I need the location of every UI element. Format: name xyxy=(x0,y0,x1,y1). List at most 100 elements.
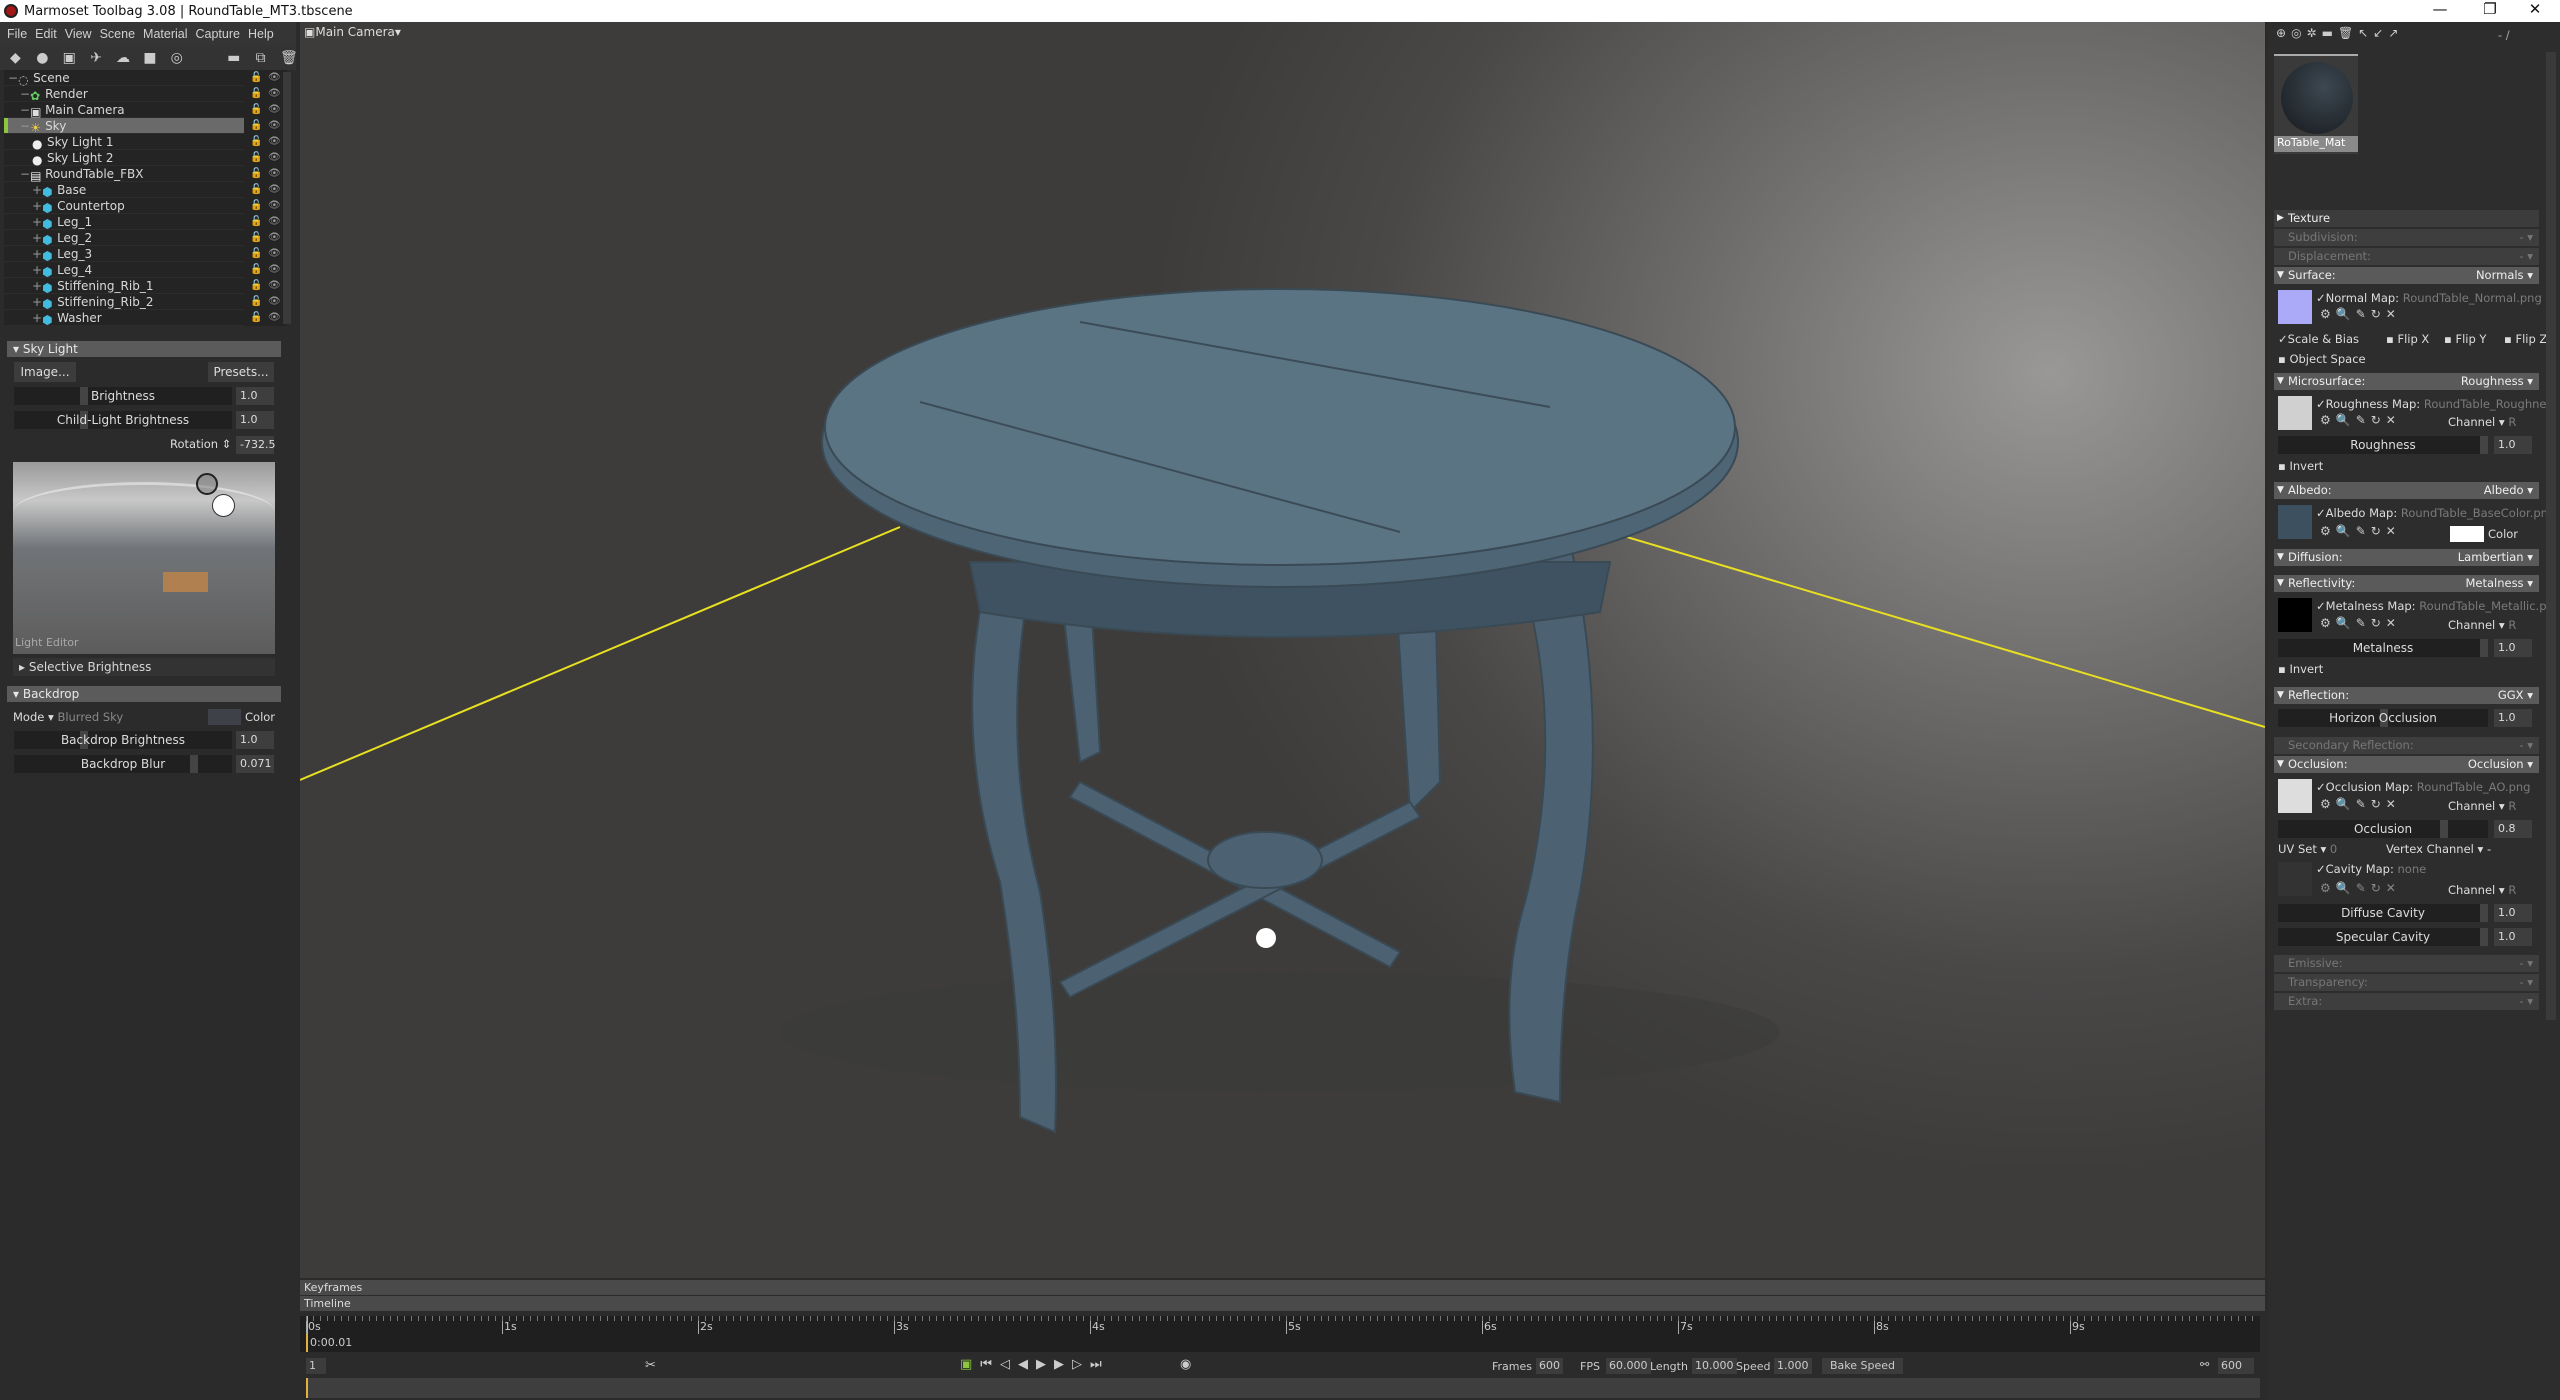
roughness-slider[interactable]: Roughness xyxy=(2278,436,2488,454)
expand-icon[interactable]: − xyxy=(20,119,30,133)
visibility-eye-icon[interactable]: 👁 xyxy=(268,296,281,307)
add-mesh-icon[interactable]: ◆ xyxy=(8,50,23,66)
displacement-section[interactable]: Displacement: - ▾ xyxy=(2274,248,2539,265)
end-frame-input[interactable]: 600 xyxy=(2218,1358,2254,1374)
reflection-section[interactable]: ▼ Reflection: GGX ▾ xyxy=(2274,687,2539,704)
3d-viewport[interactable] xyxy=(299,22,2266,1278)
mode-dropdown[interactable]: Mode ▾ Blurred Sky xyxy=(13,710,123,724)
length-input[interactable]: 10.000 xyxy=(1692,1358,1737,1374)
last-frame-icon[interactable]: ⏭ xyxy=(1090,1357,1110,1372)
close-button[interactable]: ✕ xyxy=(2515,0,2555,18)
outliner-item[interactable]: −☀ Sky xyxy=(4,118,244,135)
outliner-item[interactable]: +⬢ Leg_1 xyxy=(4,214,244,231)
add-camera-icon[interactable]: ▣ xyxy=(62,50,77,66)
expand-icon[interactable]: + xyxy=(32,247,42,261)
outliner-item[interactable]: +⬢ Stiffening_Rib_1 xyxy=(4,278,244,295)
specular-cavity-value[interactable]: 1.0 xyxy=(2494,928,2532,946)
flip-x-checkbox[interactable]: ▪ Flip X xyxy=(2386,332,2429,346)
expand-icon[interactable]: + xyxy=(32,279,42,293)
outliner-item[interactable]: +⬢ Leg_4 xyxy=(4,262,244,279)
diffusion-section[interactable]: ▼ Diffusion: Lambertian ▾ xyxy=(2274,549,2539,566)
next-key-icon[interactable]: ▷ xyxy=(1072,1357,1090,1372)
expand-icon[interactable]: + xyxy=(32,295,42,309)
material-library-icon[interactable]: ✲ xyxy=(2307,26,2322,40)
cavity-map-slot[interactable]: ✓Cavity Map: none xyxy=(2316,862,2426,876)
visibility-eye-icon[interactable]: 👁 xyxy=(268,168,281,179)
normal-map-tools[interactable]: ⚙🔍✎↻✕ xyxy=(2320,307,2401,321)
metalness-map-tools[interactable]: ⚙🔍✎↻✕ xyxy=(2320,616,2401,630)
duplicate-icon[interactable]: ⧉ xyxy=(253,50,268,66)
lock-icon[interactable]: 🔓 xyxy=(250,312,262,323)
outliner-item[interactable]: −✿ Render xyxy=(4,86,244,103)
roughness-map-thumbnail[interactable] xyxy=(2278,396,2312,430)
visibility-eye-icon[interactable]: 👁 xyxy=(268,136,281,147)
menu-help[interactable]: Help xyxy=(244,27,278,41)
child-light-brightness-slider[interactable]: Child-Light Brightness xyxy=(14,411,232,429)
visibility-eye-icon[interactable]: 👁 xyxy=(268,280,281,291)
expand-icon[interactable]: + xyxy=(32,311,42,325)
lock-icon[interactable]: 🔓 xyxy=(250,88,262,99)
scale-bias-checkbox[interactable]: ✓Scale & Bias xyxy=(2278,332,2359,346)
uv-set-dropdown[interactable]: UV Set ▾ 0 xyxy=(2278,842,2337,856)
menu-file[interactable]: File xyxy=(3,27,31,41)
expand-icon[interactable]: + xyxy=(32,215,42,229)
fps-input[interactable]: 60.000 xyxy=(1606,1358,1651,1374)
backdrop-brightness-slider[interactable]: Backdrop Brightness xyxy=(14,731,232,749)
lock-icon[interactable]: 🔓 xyxy=(250,200,262,211)
lock-icon[interactable]: 🔓 xyxy=(250,248,262,259)
menu-capture[interactable]: Capture xyxy=(192,27,244,41)
brightness-value[interactable]: 1.0 xyxy=(236,387,274,405)
microsurface-section[interactable]: ▼ Microsurface: Roughness ▾ xyxy=(2274,373,2539,390)
subdivision-section[interactable]: Subdivision: - ▾ xyxy=(2274,229,2539,246)
visibility-eye-icon[interactable]: 👁 xyxy=(268,104,281,115)
albedo-color-swatch[interactable] xyxy=(2450,526,2484,542)
expand-icon[interactable]: − xyxy=(8,71,18,85)
outliner-item[interactable]: +⬢ Washer xyxy=(4,310,244,327)
backdrop-blur-slider[interactable]: Backdrop Blur xyxy=(14,755,232,773)
flip-z-checkbox[interactable]: ▪ Flip Z xyxy=(2504,332,2547,346)
backdrop-blur-value[interactable]: 0.071 xyxy=(236,755,274,773)
bake-speed-button[interactable]: Bake Speed xyxy=(1822,1358,1904,1374)
add-sky-icon[interactable]: ☁ xyxy=(116,50,131,66)
lock-icon[interactable]: 🔓 xyxy=(250,264,262,275)
normal-map-thumbnail[interactable] xyxy=(2278,290,2312,324)
cavity-map-tools[interactable]: ⚙🔍✎↻✕ xyxy=(2320,881,2401,895)
folder-icon[interactable]: ▬ xyxy=(226,50,241,66)
horizon-occlusion-slider[interactable]: Horizon Occlusion xyxy=(2278,709,2488,727)
image-button[interactable]: Image... xyxy=(14,362,76,382)
vertex-channel-dropdown[interactable]: Vertex Channel ▾ - xyxy=(2386,842,2491,856)
next-frame-icon[interactable]: ▶ xyxy=(1054,1357,1072,1372)
backdrop-color-swatch[interactable] xyxy=(208,709,241,725)
sky-light-2-handle[interactable] xyxy=(196,473,218,495)
add-turntable-icon[interactable]: ✈ xyxy=(89,50,104,66)
menu-scene[interactable]: Scene xyxy=(96,27,139,41)
lock-icon[interactable]: 🔓 xyxy=(250,72,262,83)
visibility-eye-icon[interactable]: 👁 xyxy=(268,184,281,195)
speed-input[interactable]: 1.000 xyxy=(1774,1358,1812,1374)
outliner-item[interactable]: −◌ Scene xyxy=(4,70,244,87)
expand-icon[interactable]: − xyxy=(20,167,30,181)
roughness-value[interactable]: 1.0 xyxy=(2494,436,2532,454)
pick-material-icon[interactable]: ↖ xyxy=(2358,26,2373,40)
selective-brightness-toggle[interactable]: ▸ Selective Brightness xyxy=(13,658,275,676)
current-frame-input[interactable]: 1 xyxy=(306,1358,326,1374)
specular-cavity-slider[interactable]: Specular Cavity xyxy=(2278,928,2488,946)
visibility-eye-icon[interactable]: 👁 xyxy=(268,200,281,211)
lock-icon[interactable]: 🔓 xyxy=(250,136,262,147)
timeline-ruler[interactable]: 0:00.01 0s 1s 2s 3s 4s 5s 6s 7s 8s 9s xyxy=(300,1316,2260,1352)
albedo-map-slot[interactable]: ✓Albedo Map: RoundTable_BaseColor.png xyxy=(2316,506,2555,520)
minimize-button[interactable]: — xyxy=(2420,0,2460,18)
visibility-eye-icon[interactable]: 👁 xyxy=(268,72,281,83)
child-light-value[interactable]: 1.0 xyxy=(236,411,274,429)
metalness-slider[interactable]: Metalness xyxy=(2278,639,2488,657)
link-icon[interactable]: ⚯ xyxy=(2200,1358,2209,1371)
rotation-value[interactable]: -732.5 xyxy=(236,436,275,454)
occlusion-section[interactable]: ▼ Occlusion: Occlusion ▾ xyxy=(2274,756,2539,773)
visibility-eye-icon[interactable]: 👁 xyxy=(268,152,281,163)
lock-icon[interactable]: 🔓 xyxy=(250,296,262,307)
play-icon[interactable]: ▶ xyxy=(1036,1357,1054,1372)
occlusion-map-slot[interactable]: ✓Occlusion Map: RoundTable_AO.png xyxy=(2316,780,2530,794)
texture-section[interactable]: ▶ Texture xyxy=(2274,210,2539,227)
flip-y-checkbox[interactable]: ▪ Flip Y xyxy=(2444,332,2486,346)
albedo-map-thumbnail[interactable] xyxy=(2278,505,2312,539)
